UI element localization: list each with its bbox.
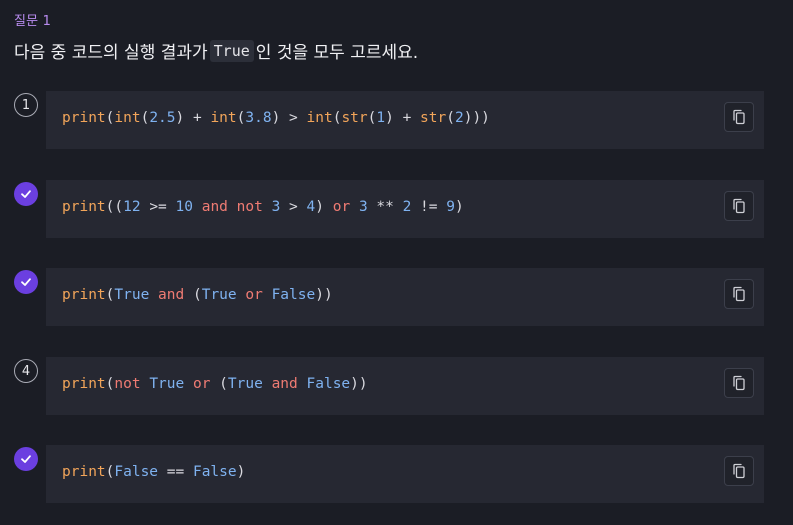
code-block: print(False == False) [46,445,764,503]
code-token: print [62,199,106,215]
check-icon[interactable] [14,182,38,206]
code-token: ) + [385,110,421,126]
code-token: 2.5 [149,110,176,126]
copy-icon [731,198,747,214]
option-2[interactable]: print((12 >= 10 and not 3 > 4) or 3 ** 2… [0,180,793,238]
code-token: print [62,110,106,126]
code-block: print(True and (True or False)) [46,268,764,326]
code-token: (( [105,199,124,215]
code-line: print(not True or (True and False)) [62,376,368,392]
code-token: 1 [376,110,386,126]
check-icon[interactable] [14,270,38,294]
code-token: 9 [446,199,455,215]
option-1-marker[interactable]: 1 [14,93,38,117]
check-icon[interactable] [14,447,38,471]
code-token: and [158,287,185,303]
code-block: print((12 >= 10 and not 3 > 4) or 3 ** 2… [46,180,764,238]
copy-button[interactable] [724,102,754,132]
code-token: str [420,110,447,126]
question-text-after: 인 것을 모두 고르세요. [255,43,419,63]
code-token: and [201,199,228,215]
copy-button[interactable] [724,456,754,486]
copy-icon [731,463,747,479]
code-token: False [306,376,351,392]
code-token: True [149,376,185,392]
copy-icon [731,375,747,391]
code-token: False [192,464,237,480]
code-token: 3 [358,199,368,215]
code-token: print [62,464,106,480]
code-token: )) [315,287,333,303]
option-5[interactable]: print(False == False) [0,445,793,503]
option-4-marker[interactable]: 4 [14,359,38,383]
code-token: ** [367,199,403,215]
code-block: print(not True or (True and False)) [46,357,764,415]
code-token: ) [236,464,246,480]
code-token: 4 [306,199,316,215]
code-token: True [114,287,150,303]
code-token: print [62,287,106,303]
code-token: not [236,199,263,215]
code-token: ( [210,376,228,392]
code-token: 2 [454,110,464,126]
option-1[interactable]: 1 print(int(2.5) + int(3.8) > int(str(1)… [0,91,793,149]
copy-button[interactable] [724,279,754,309]
code-token: str [341,110,368,126]
option-3[interactable]: print(True and (True or False)) [0,268,793,326]
code-token: True [201,287,237,303]
code-token: or [245,287,263,303]
code-token: int [114,110,141,126]
code-token: ) [454,199,464,215]
code-token: or [332,199,351,215]
option-4[interactable]: 4 print(not True or (True and False)) [0,357,793,415]
copy-button[interactable] [724,191,754,221]
code-token: print [62,376,106,392]
code-token: == [158,464,193,480]
copy-icon [731,109,747,125]
code-token: )) [350,376,368,392]
code-token: not [114,376,141,392]
code-token: ) > [271,110,307,126]
code-token: or [192,376,211,392]
copy-icon [731,286,747,302]
code-token: ) + [175,110,211,126]
code-token: int [210,110,237,126]
code-token: >= [140,199,176,215]
question-inline-code: True [209,39,254,62]
code-token: > [280,199,307,215]
copy-button[interactable] [724,368,754,398]
code-token: != [411,199,447,215]
code-token: False [271,287,316,303]
code-token: False [114,464,159,480]
code-token: int [306,110,333,126]
code-token: ( [446,110,455,126]
code-line: print(True and (True or False)) [62,287,333,303]
code-line: print(int(2.5) + int(3.8) > int(str(1) +… [62,110,490,126]
code-line: print(False == False) [62,464,245,480]
question-text: 다음 중 코드의 실행 결과가 True 인 것을 모두 고르세요. [14,38,418,63]
option-number: 4 [21,363,31,379]
question-label: 질문 1 [14,14,52,29]
code-line: print((12 >= 10 and not 3 > 4) or 3 ** 2… [62,199,464,215]
code-token: True [227,376,263,392]
code-token: ) [315,199,333,215]
question-text-before: 다음 중 코드의 실행 결과가 [14,43,208,63]
code-block: print(int(2.5) + int(3.8) > int(str(1) +… [46,91,764,149]
code-token: ( [184,287,202,303]
code-token: 12 [123,199,141,215]
code-token: 3.8 [245,110,272,126]
option-number: 1 [21,97,31,113]
code-token: and [271,376,298,392]
code-token: 10 [175,199,193,215]
code-token: ))) [463,110,490,126]
